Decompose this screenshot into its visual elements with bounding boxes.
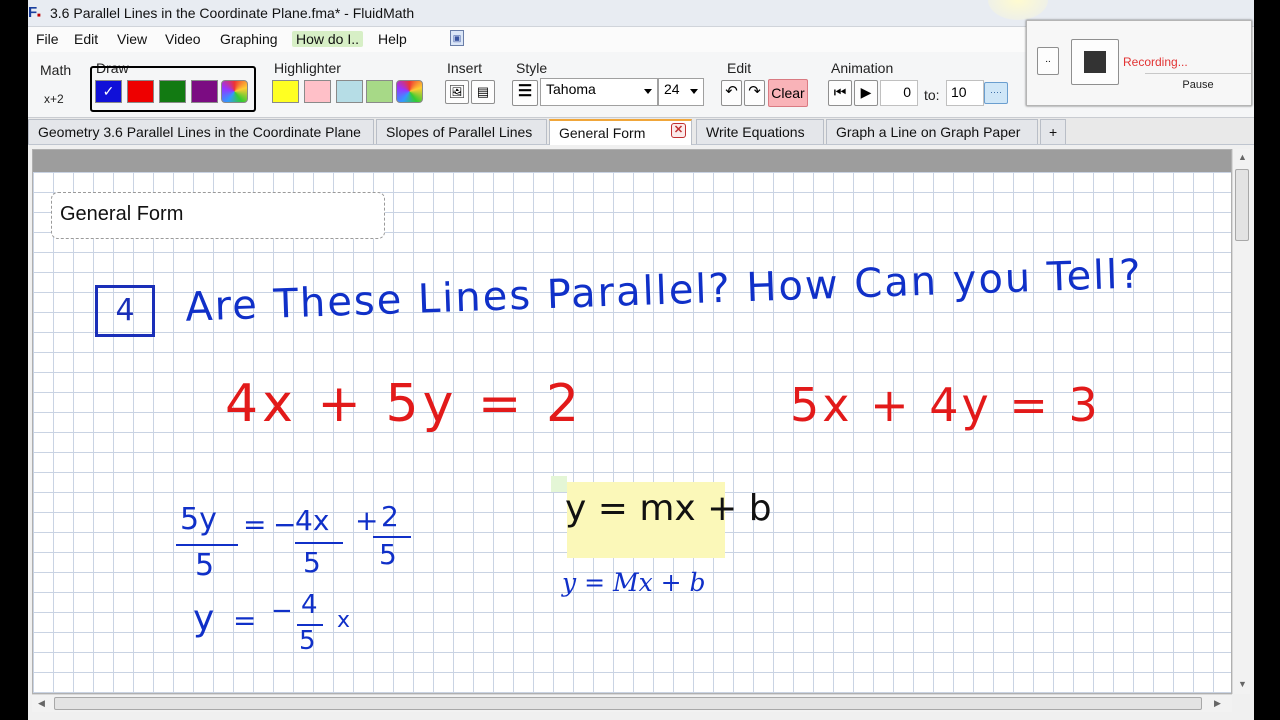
vertical-scrollbar[interactable]: ▲ ▼	[1232, 149, 1250, 694]
scroll-up-icon[interactable]: ▲	[1238, 152, 1247, 162]
work-minus-1: −	[273, 508, 297, 541]
menu-help[interactable]: Help	[374, 31, 411, 47]
draw-color-blue-selected[interactable]: ✓	[95, 80, 122, 103]
problem-number-box: 4	[95, 285, 155, 337]
anim-from-field[interactable]: 0	[880, 80, 918, 106]
work2-denominator: 5	[299, 626, 316, 656]
insert-group-label: Insert	[447, 60, 483, 76]
font-size-select[interactable]: 24	[658, 78, 704, 106]
work-term1-denominator: 5	[303, 546, 321, 579]
insert-image-icon[interactable]: 🖼	[445, 80, 469, 104]
stop-recording-button[interactable]	[1071, 39, 1119, 85]
chevron-down-icon	[644, 89, 652, 94]
draw-color-picker-icon[interactable]	[221, 80, 248, 103]
work2-lhs: y	[193, 598, 215, 639]
handwritten-equation-2: 5x + 4y = 3	[790, 378, 1101, 432]
anim-rewind-icon[interactable]: ⏮	[828, 80, 852, 106]
chevron-down-icon	[690, 89, 698, 94]
recording-status: Recording...	[1123, 55, 1188, 69]
highlight-color-pink[interactable]	[304, 80, 331, 103]
highlight-color-blue[interactable]	[336, 80, 363, 103]
work-lhs-fraction-bar	[176, 544, 238, 546]
anim-play-icon[interactable]: ▶	[854, 80, 878, 106]
insert-text-icon[interactable]: ▤	[471, 80, 495, 104]
font-name-value: Tahoma	[546, 81, 596, 97]
work-minus-2: −	[271, 596, 293, 626]
work-term1-fraction-bar	[295, 542, 343, 544]
work-equals-1: =	[243, 508, 267, 541]
highlighter-group-label: Highlighter	[274, 60, 341, 76]
undo-icon[interactable]: ↶	[721, 80, 742, 106]
tab-write-equations[interactable]: Write Equations	[696, 119, 824, 144]
menu-view[interactable]: View	[113, 31, 151, 47]
horizontal-scroll-thumb[interactable]	[54, 697, 1202, 710]
animation-group-label: Animation	[831, 60, 894, 76]
scroll-left-icon[interactable]: ◀	[38, 698, 45, 709]
work2-numerator: 4	[301, 590, 318, 620]
anim-options-button[interactable]: ····	[984, 82, 1008, 104]
horizontal-scrollbar[interactable]: ◀ ▶	[32, 694, 1232, 712]
close-tab-icon[interactable]: ✕	[671, 123, 686, 138]
slope-intercept-handwritten: y = mx + b	[565, 488, 772, 529]
highlight-color-green[interactable]	[366, 80, 393, 103]
anim-to-label: to:	[924, 87, 940, 103]
draw-color-purple[interactable]	[191, 80, 218, 103]
menu-file[interactable]: File	[32, 31, 63, 47]
stop-icon	[1084, 51, 1106, 73]
document-tab-bar: Geometry 3.6 Parallel Lines in the Coord…	[28, 118, 1254, 145]
draw-color-red[interactable]	[127, 80, 154, 103]
app-window: F ■ 3.6 Parallel Lines in the Coordinate …	[28, 0, 1254, 720]
tab-graph-a-line[interactable]: Graph a Line on Graph Paper	[826, 119, 1038, 144]
recording-options-button[interactable]: ..	[1037, 47, 1059, 75]
highlight-color-yellow[interactable]	[272, 80, 299, 103]
work-plus-1: +	[355, 504, 379, 537]
drawing-canvas[interactable]: General Form 4 Are These Lines Parallel?…	[32, 149, 1232, 694]
pause-recording-button[interactable]: Pause	[1145, 73, 1251, 95]
checkmark-icon: ✓	[102, 83, 115, 99]
anim-to-field[interactable]: 10	[946, 80, 984, 106]
work-equals-2: =	[233, 604, 257, 637]
recording-panel: .. Recording... Pause	[1026, 20, 1252, 106]
title-glow-decoration	[988, 0, 1048, 20]
line-style-icon[interactable]: ☰	[512, 80, 538, 106]
slope-intercept-recognized: y = Mx + b	[562, 568, 706, 597]
menu-video[interactable]: Video	[161, 31, 205, 47]
scroll-down-icon[interactable]: ▼	[1238, 679, 1247, 689]
font-size-value: 24	[664, 81, 680, 97]
work2-partial-x: x	[337, 608, 351, 633]
menu-edit[interactable]: Edit	[70, 31, 102, 47]
tab-slopes-of-parallel-lines[interactable]: Slopes of Parallel Lines	[376, 119, 547, 144]
scroll-right-icon[interactable]: ▶	[1214, 698, 1221, 709]
redo-icon[interactable]: ↷	[744, 80, 765, 106]
vertical-scroll-thumb[interactable]	[1235, 169, 1249, 241]
canvas-ruler-bar	[33, 150, 1231, 172]
window-toggle-icon[interactable]: ▣	[450, 30, 464, 46]
menu-graphing[interactable]: Graphing	[216, 31, 282, 47]
handwritten-equation-1: 4x + 5y = 2	[225, 374, 584, 434]
work-term1-numerator: 4x	[295, 504, 330, 537]
add-tab-button[interactable]: +	[1040, 119, 1066, 144]
work-lhs-denominator: 5	[195, 548, 215, 583]
math-mode-button[interactable]: x+2	[44, 92, 64, 106]
edit-group-label: Edit	[727, 60, 752, 76]
tab-geometry-3-6[interactable]: Geometry 3.6 Parallel Lines in the Coord…	[28, 119, 374, 144]
work-term2-numerator: 2	[381, 500, 399, 533]
menu-how-do-i[interactable]: How do I..	[292, 31, 364, 47]
page-title-box[interactable]: General Form	[51, 192, 385, 239]
draw-color-green[interactable]	[159, 80, 186, 103]
fluidmath-app-icon[interactable]: F ■	[28, 4, 44, 22]
clear-button[interactable]: Clear	[768, 79, 808, 107]
font-name-select[interactable]: Tahoma	[540, 78, 658, 106]
math-group-label: Math	[40, 62, 72, 78]
highlight-color-picker-icon[interactable]	[396, 80, 423, 103]
work-term2-denominator: 5	[379, 538, 397, 571]
work-lhs-numerator: 5y	[180, 502, 217, 537]
style-group-label: Style	[516, 60, 548, 76]
window-title: 3.6 Parallel Lines in the Coordinate Pla…	[50, 5, 415, 21]
